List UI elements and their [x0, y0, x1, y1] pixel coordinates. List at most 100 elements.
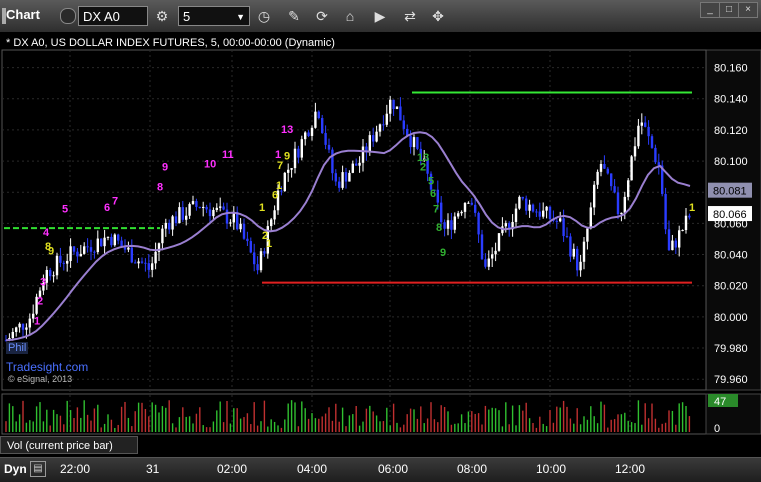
candle-body [542, 210, 545, 217]
time-label: 02:00 [217, 462, 248, 476]
candle-body [688, 215, 691, 218]
candle-body [188, 204, 191, 216]
candle-body [518, 196, 521, 209]
candle-body [681, 230, 684, 232]
maximize-button[interactable]: □ [719, 2, 739, 18]
time-label: 08:00 [457, 462, 488, 476]
candle-body [361, 146, 365, 163]
interval-select[interactable]: 5 ▼ [178, 6, 250, 26]
candle-body [144, 262, 147, 264]
candle-body [130, 247, 133, 263]
link-dot-icon[interactable] [60, 8, 76, 24]
candle-body [351, 163, 354, 173]
sequence-number: 1 [34, 316, 40, 328]
candle-body [440, 202, 443, 223]
candle-body [460, 211, 463, 214]
price-axis-label: 80.040 [714, 250, 748, 262]
candle-body [229, 222, 232, 224]
window-title: Chart [6, 7, 40, 22]
candle-body [147, 263, 150, 270]
candle-body [596, 171, 599, 185]
candle-body [630, 156, 633, 181]
candle-body [576, 248, 579, 271]
symbol-value: DX A0 [83, 9, 120, 24]
candle-body [283, 172, 286, 192]
chart-toolbar: Chart DX A0 ⚙ 5 ▼ ◷ ✎ ⟳ ⌂ ▶ ⇄ ✥ _ □ × [0, 0, 761, 33]
candle-body [565, 236, 569, 238]
candle-body [83, 246, 86, 254]
candle-body [113, 234, 116, 246]
play-icon[interactable]: ▶ [370, 6, 390, 26]
candle-body [484, 259, 487, 267]
close-button[interactable]: × [738, 2, 758, 18]
candle-body [249, 241, 252, 253]
candle-body [525, 198, 528, 211]
candle-body [610, 173, 613, 187]
candle-body [270, 219, 273, 227]
candle-body [650, 136, 654, 148]
candle-body [355, 163, 358, 166]
candle-body [202, 206, 205, 208]
candle-body [470, 202, 473, 205]
candle-body [25, 327, 28, 330]
draw-pencil-icon[interactable]: ✎ [284, 6, 304, 26]
sequence-number: 5 [62, 203, 68, 215]
candle-body [120, 240, 123, 247]
candle-body [140, 261, 144, 263]
candle-body [586, 228, 589, 242]
candle-body [494, 250, 497, 255]
candle-body [93, 251, 96, 253]
candle-body [66, 260, 69, 264]
candle-body [215, 207, 218, 210]
candle-body [178, 207, 181, 224]
minimize-button[interactable]: _ [700, 2, 720, 18]
candle-body [259, 251, 263, 271]
candle-body [212, 209, 215, 217]
candle-body [538, 211, 541, 217]
candle-body [338, 181, 341, 188]
candle-body [487, 258, 490, 267]
candle-body [117, 234, 120, 241]
candle-body [100, 238, 103, 247]
candle-body [225, 209, 229, 224]
time-label: 10:00 [536, 462, 567, 476]
dynamic-mode-label[interactable]: Dyn [4, 462, 27, 476]
candle-body [103, 237, 106, 247]
sequence-number: 5 [428, 175, 434, 187]
symbol-settings-icon[interactable]: ⚙ [152, 6, 172, 26]
volume-study-label[interactable]: Vol (current price bar) [0, 436, 138, 454]
sequence-number: 1 [259, 202, 265, 214]
candle-body [49, 269, 52, 277]
clock-icon[interactable]: ◷ [254, 6, 274, 26]
sequence-number: 7 [277, 160, 283, 172]
candle-body [168, 222, 171, 230]
chart-area[interactable]: 80.16080.14080.12080.10080.08080.06080.0… [0, 32, 761, 457]
candle-body [667, 229, 671, 251]
candle-body [242, 223, 246, 239]
symbol-input[interactable]: DX A0 [78, 6, 148, 26]
candle-body [161, 228, 164, 244]
lock-icon[interactable]: ▤ [30, 461, 46, 477]
candle-body [297, 148, 300, 158]
sequence-number: 6 [430, 188, 436, 200]
candle-body [358, 162, 361, 166]
candle-body [205, 206, 208, 210]
cursor-icon[interactable]: ⌂ [340, 6, 360, 26]
candle-body [582, 241, 586, 262]
swap-icon[interactable]: ⇄ [400, 6, 420, 26]
candle-body [491, 254, 494, 259]
candle-body [317, 111, 320, 119]
price-badge-label: 80.081 [713, 186, 747, 198]
candle-body [195, 201, 198, 207]
refresh-icon[interactable]: ⟳ [312, 6, 332, 26]
candle-body [321, 118, 324, 134]
candle-body [348, 172, 351, 182]
candle-body [181, 207, 184, 220]
candle-body [620, 212, 623, 215]
candle-body [96, 238, 99, 253]
candle-body [293, 148, 297, 169]
sequence-number: 13 [281, 124, 293, 136]
sequence-number: 10 [204, 158, 216, 170]
sequence-number: 7 [433, 203, 439, 215]
tools-icon[interactable]: ✥ [428, 6, 448, 26]
